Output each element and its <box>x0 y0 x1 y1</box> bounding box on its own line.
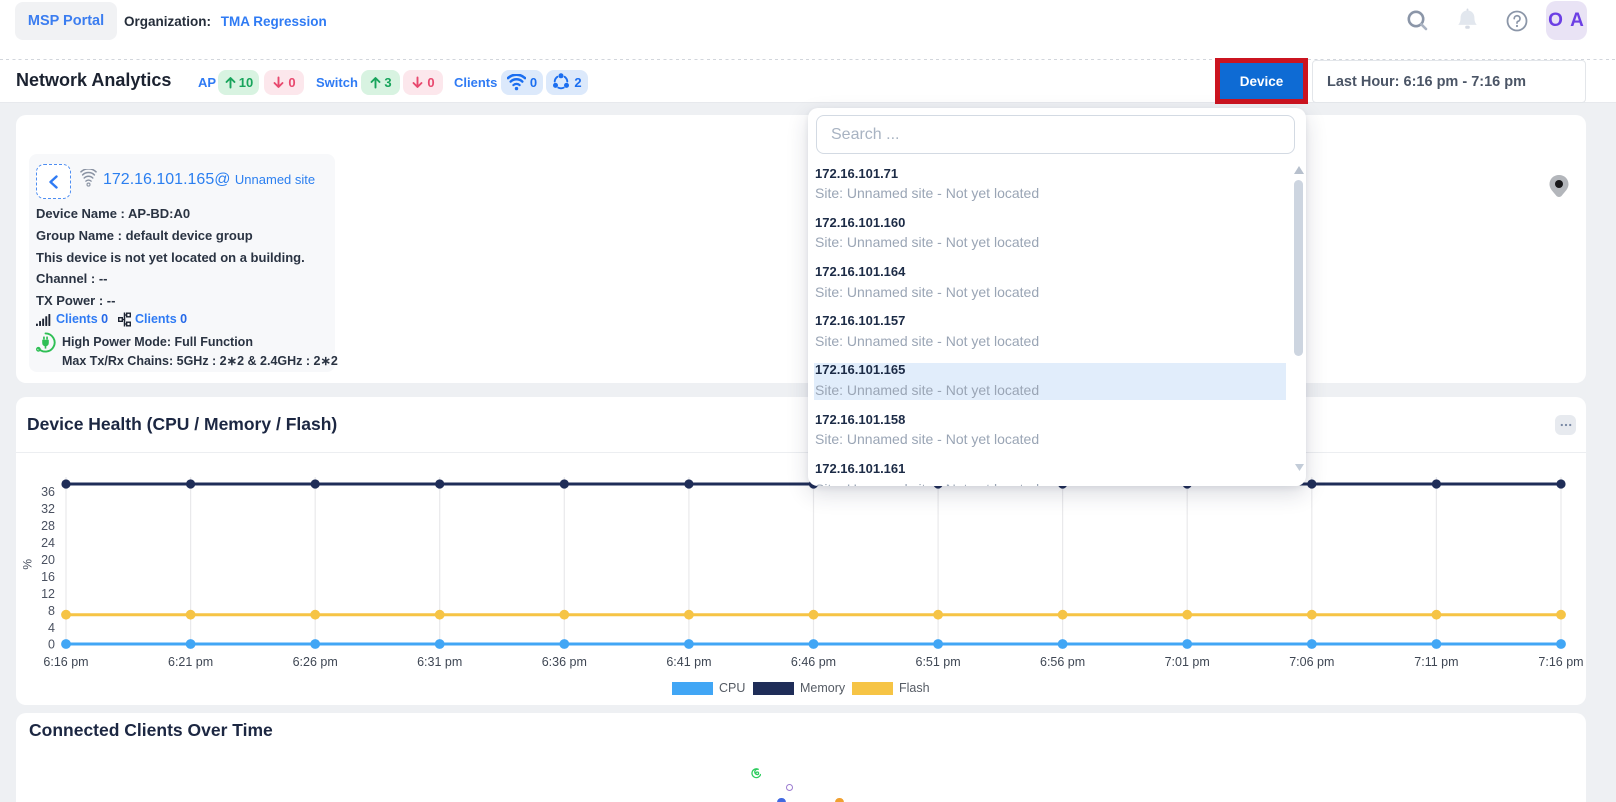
svg-text:6:51 pm: 6:51 pm <box>916 655 961 669</box>
svg-text:32: 32 <box>41 502 55 516</box>
svg-text:6:31 pm: 6:31 pm <box>417 655 462 669</box>
svg-text:20: 20 <box>41 553 55 567</box>
svg-text:28: 28 <box>41 519 55 533</box>
svg-text:6:26 pm: 6:26 pm <box>293 655 338 669</box>
svg-text:12: 12 <box>41 587 55 601</box>
svg-text:7:11 pm: 7:11 pm <box>1414 655 1458 669</box>
svg-text:36: 36 <box>41 485 55 499</box>
svg-text:8: 8 <box>48 604 55 618</box>
svg-text:4: 4 <box>48 621 55 635</box>
svg-text:16: 16 <box>41 570 55 584</box>
svg-text:%: % <box>21 559 35 570</box>
svg-text:6:16 pm: 6:16 pm <box>43 655 88 669</box>
svg-text:7:16 pm: 7:16 pm <box>1538 655 1583 669</box>
svg-text:7:06 pm: 7:06 pm <box>1289 655 1334 669</box>
svg-text:6:41 pm: 6:41 pm <box>666 655 711 669</box>
svg-text:24: 24 <box>41 536 55 550</box>
svg-text:6:56 pm: 6:56 pm <box>1040 655 1085 669</box>
svg-text:0: 0 <box>48 638 55 652</box>
svg-text:6:46 pm: 6:46 pm <box>791 655 836 669</box>
svg-text:6:36 pm: 6:36 pm <box>542 655 587 669</box>
svg-text:6:21 pm: 6:21 pm <box>168 655 213 669</box>
svg-text:7:01 pm: 7:01 pm <box>1165 655 1210 669</box>
